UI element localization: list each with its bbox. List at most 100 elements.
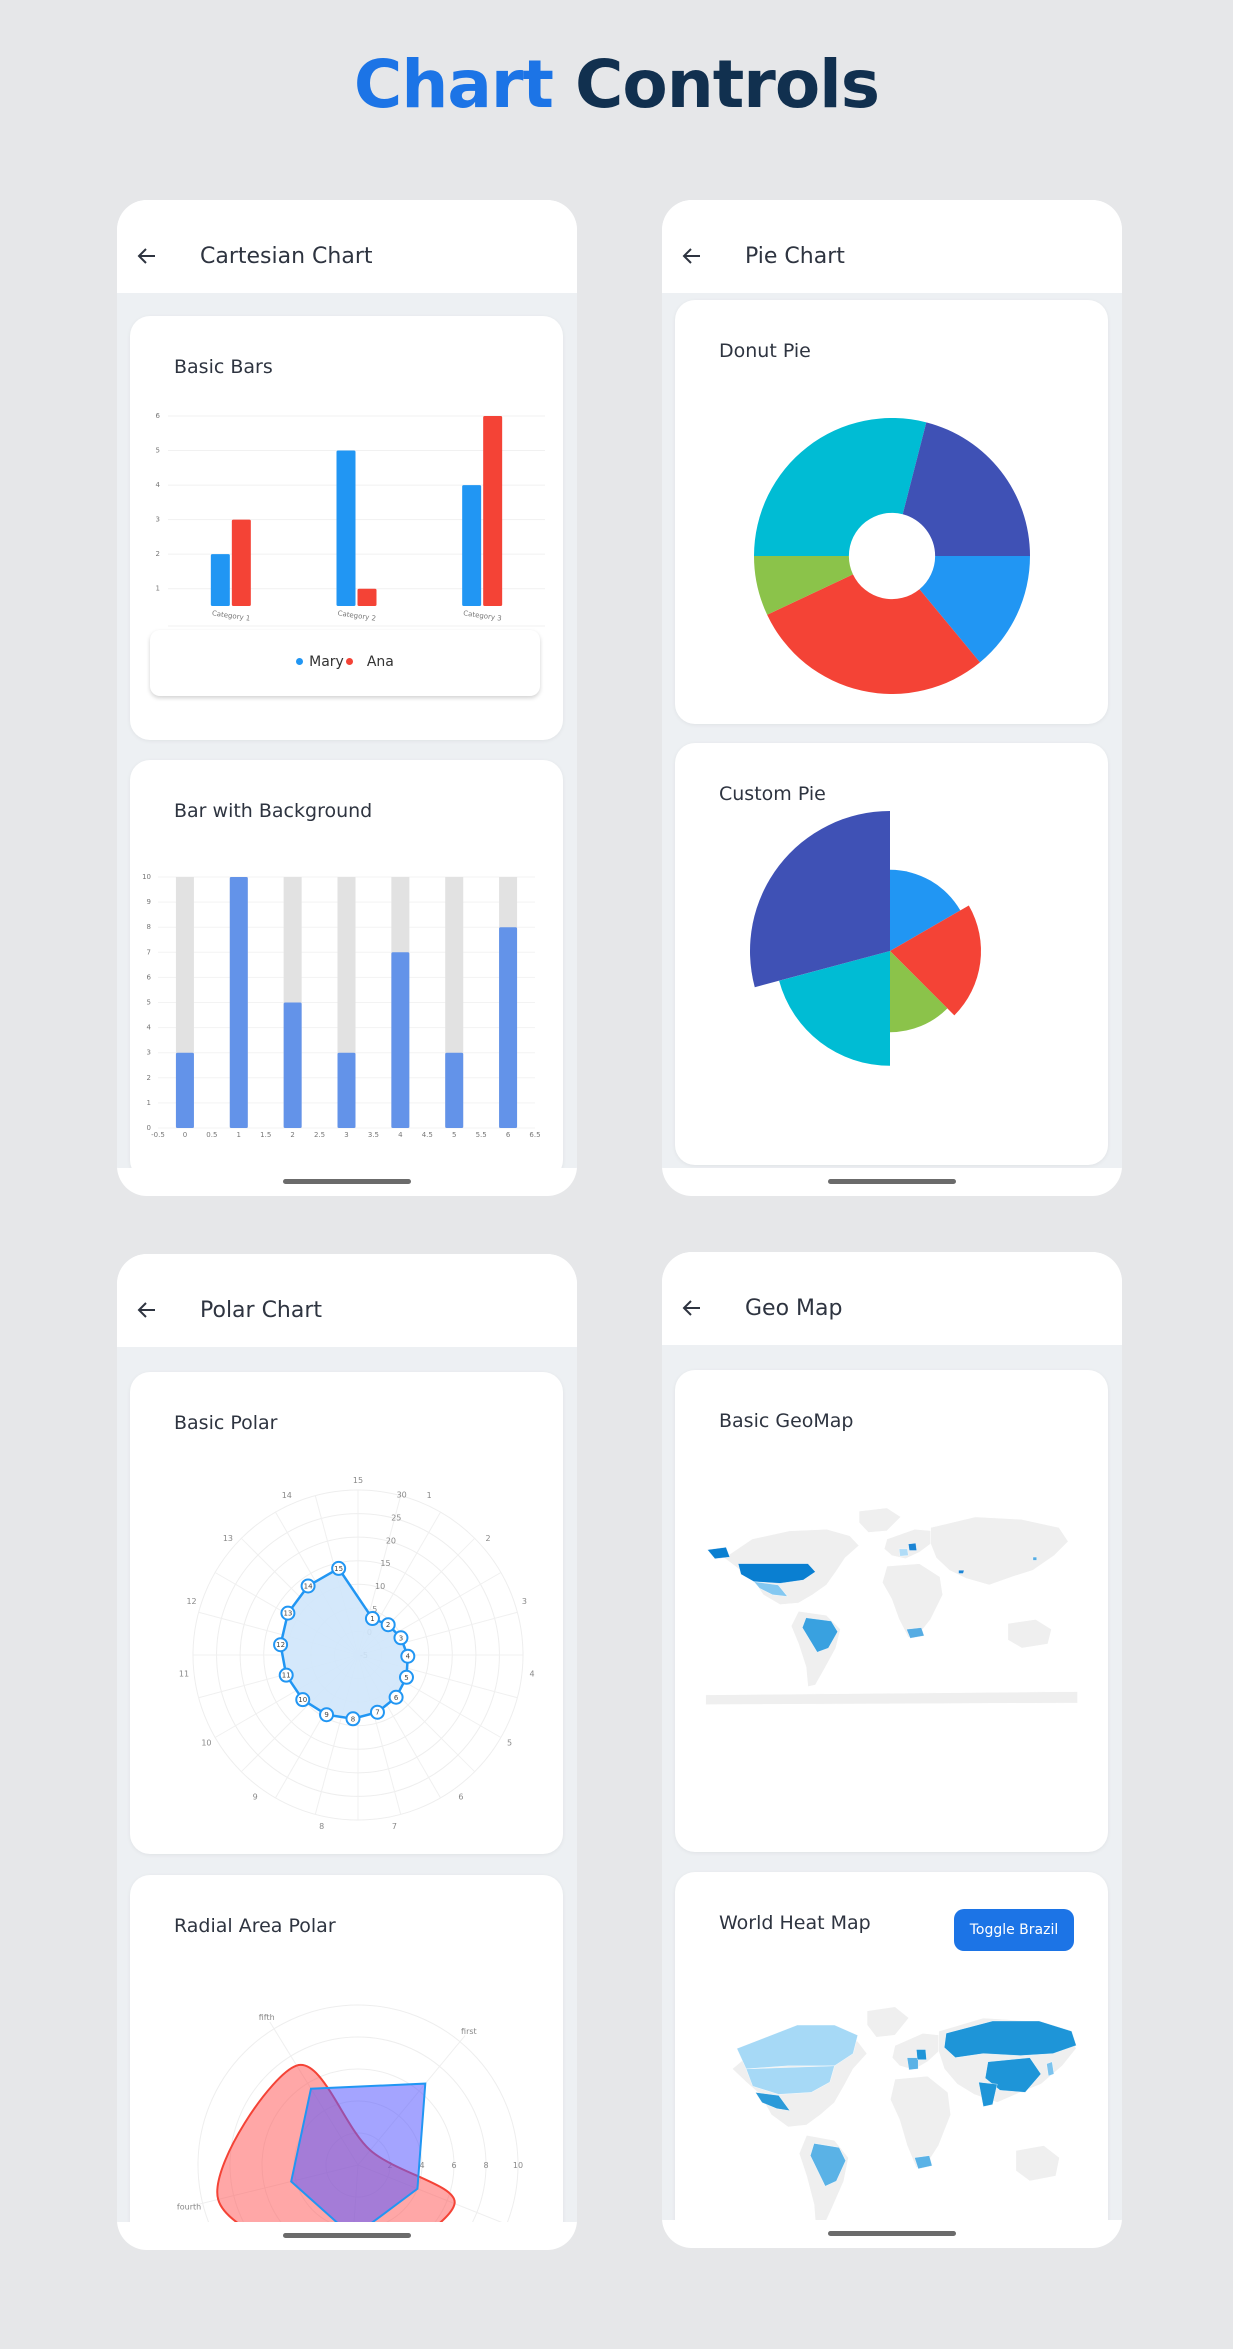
radial-tick-label: 8: [483, 2161, 488, 2170]
country-canada: [736, 2024, 858, 2070]
arrow-left-icon[interactable]: [680, 1296, 704, 1320]
phone-geo-map: Geo Map Basic GeoMap World Heat Map Togg…: [662, 1252, 1122, 2248]
y-tick-label: 8: [147, 923, 151, 931]
x-tick-label: 6.5: [529, 1131, 540, 1139]
card-basic-bars: Basic Bars 1 2 3 4 5 6 Category 1 Category 2 Cat…: [130, 316, 563, 740]
y-tick-label: 4: [156, 481, 161, 489]
y-tick-label: 2: [156, 550, 160, 558]
country-uae: [958, 1570, 965, 1574]
y-tick-label: 7: [147, 948, 151, 956]
angle-label: first: [461, 2027, 477, 2036]
app-header: Geo Map: [662, 1252, 1122, 1345]
angle-label: 7: [392, 1822, 397, 1831]
pie-slice: [902, 422, 1030, 556]
x-tick-label: Category 1: [211, 609, 250, 622]
arrow-left-icon[interactable]: [680, 244, 704, 268]
y-tick-label: 6: [156, 412, 161, 420]
point-label: 7: [375, 1709, 379, 1717]
y-tick-label: 9: [147, 898, 151, 906]
angle-label: fifth: [259, 2013, 275, 2022]
land-asia: [930, 1516, 1069, 1586]
legend-dot-icon: [296, 657, 304, 665]
screen-content: Donut Pie Custom Pie: [662, 293, 1122, 1168]
arrow-left-icon[interactable]: [135, 1298, 159, 1322]
point-label: 3: [399, 1634, 403, 1642]
page-title-main: Controls: [574, 46, 880, 123]
angle-label: 2: [486, 1534, 491, 1543]
radial-area-polar-chart: firstsecondthirdfourthfifth246810: [177, 2004, 523, 2222]
bar: [283, 1002, 302, 1128]
land-africa: [890, 2075, 952, 2169]
bar: [445, 1052, 464, 1128]
header-title: Geo Map: [745, 1296, 843, 1321]
legend-dot-icon: [345, 657, 353, 665]
home-indicator[interactable]: [283, 2233, 411, 2238]
country-alaska: [707, 1547, 731, 1559]
angle-label: 9: [253, 1793, 258, 1802]
card-donut-pie: Donut Pie: [675, 300, 1108, 724]
land-africa: [882, 1563, 944, 1638]
app-header: Cartesian Chart: [117, 200, 577, 293]
x-tick-label: 5.5: [476, 1131, 487, 1139]
y-tick-label: 10: [142, 873, 151, 881]
point-label: 6: [394, 1694, 399, 1702]
bar-mary: [210, 554, 230, 606]
x-tick-label: 3.5: [368, 1131, 379, 1139]
country-india: [978, 2081, 998, 2107]
point-label: 5: [404, 1674, 408, 1682]
legend-item-mary[interactable]: Mary: [296, 654, 344, 670]
page-title: Chart Controls: [0, 46, 1233, 123]
point-label: 12: [276, 1641, 285, 1649]
arrow-left-icon[interactable]: [135, 244, 159, 268]
custom-pie-chart: [750, 811, 981, 1066]
x-tick-label: 0.5: [206, 1131, 217, 1139]
card-bar-background: Bar with Background 0 1 2 3 4 5 6 7 8 9 10 -0.5 0 0.5…: [130, 760, 563, 1168]
angle-label: 11: [179, 1669, 189, 1678]
point-label: 9: [324, 1711, 328, 1719]
y-tick-label: 3: [147, 1049, 151, 1057]
app-header: Pie Chart: [662, 200, 1122, 293]
screen-content: Basic GeoMap World Heat Map Toggle Brazi…: [662, 1345, 1122, 2220]
card-world-heat-map: World Heat Map Toggle Brazil: [675, 1872, 1108, 2220]
header-title: Pie Chart: [745, 244, 845, 269]
land-antarctica: [705, 1691, 1078, 1705]
radial-tick-label: 10: [513, 2161, 523, 2170]
card-basic-polar: Basic Polar 123456789101112131415-505101…: [130, 1372, 563, 1854]
x-tick-label: 2.5: [314, 1131, 325, 1139]
world-map: [731, 2006, 1077, 2220]
bar: [391, 952, 410, 1128]
y-tick-label: 5: [156, 447, 160, 455]
x-tick-label: Category 3: [463, 609, 502, 622]
home-indicator[interactable]: [828, 1179, 956, 1184]
bar-ana: [357, 588, 377, 606]
y-tick-label: 6: [147, 973, 152, 981]
page-title-accent: Chart: [353, 46, 554, 123]
radial-tick-label: 6: [451, 2161, 456, 2170]
radial-tick-label: 15: [380, 1559, 390, 1568]
angle-label: 13: [223, 1534, 233, 1543]
home-indicator[interactable]: [283, 1179, 411, 1184]
angle-label: 5: [507, 1739, 512, 1748]
home-indicator[interactable]: [828, 2231, 956, 2236]
app-header: Polar Chart: [117, 1254, 577, 1347]
bar: [337, 1052, 356, 1128]
bar-ana: [231, 519, 251, 606]
x-tick-label: 6: [506, 1131, 511, 1139]
phone-pie-chart: Pie Chart Donut Pie Custom Pie: [662, 200, 1122, 1196]
phone-polar-chart: Polar Chart Basic Polar 1 2 3 4 5 6 7 8 9 10 11 12 1…: [117, 1254, 577, 2250]
legend-item-ana[interactable]: Ana: [344, 654, 394, 670]
card-radial-area-polar: Radial Area Polar firstsecondthirdfourth…: [130, 1875, 563, 2222]
header-title: Polar Chart: [200, 1298, 323, 1323]
world-heat-map: [731, 2006, 1077, 2220]
country-south-korea: [1032, 1556, 1037, 1561]
bar-mary: [462, 485, 482, 606]
point-label: 10: [298, 1696, 307, 1704]
land-australia: [1007, 1619, 1052, 1649]
angle-label: 15: [353, 1476, 363, 1485]
x-tick-label: 2: [290, 1131, 294, 1139]
point-label: 11: [282, 1672, 291, 1680]
angle-label: 4: [529, 1669, 534, 1678]
x-tick-label: 4: [398, 1131, 403, 1139]
bar: [229, 877, 248, 1128]
radial-tick-label: 30: [397, 1490, 407, 1499]
